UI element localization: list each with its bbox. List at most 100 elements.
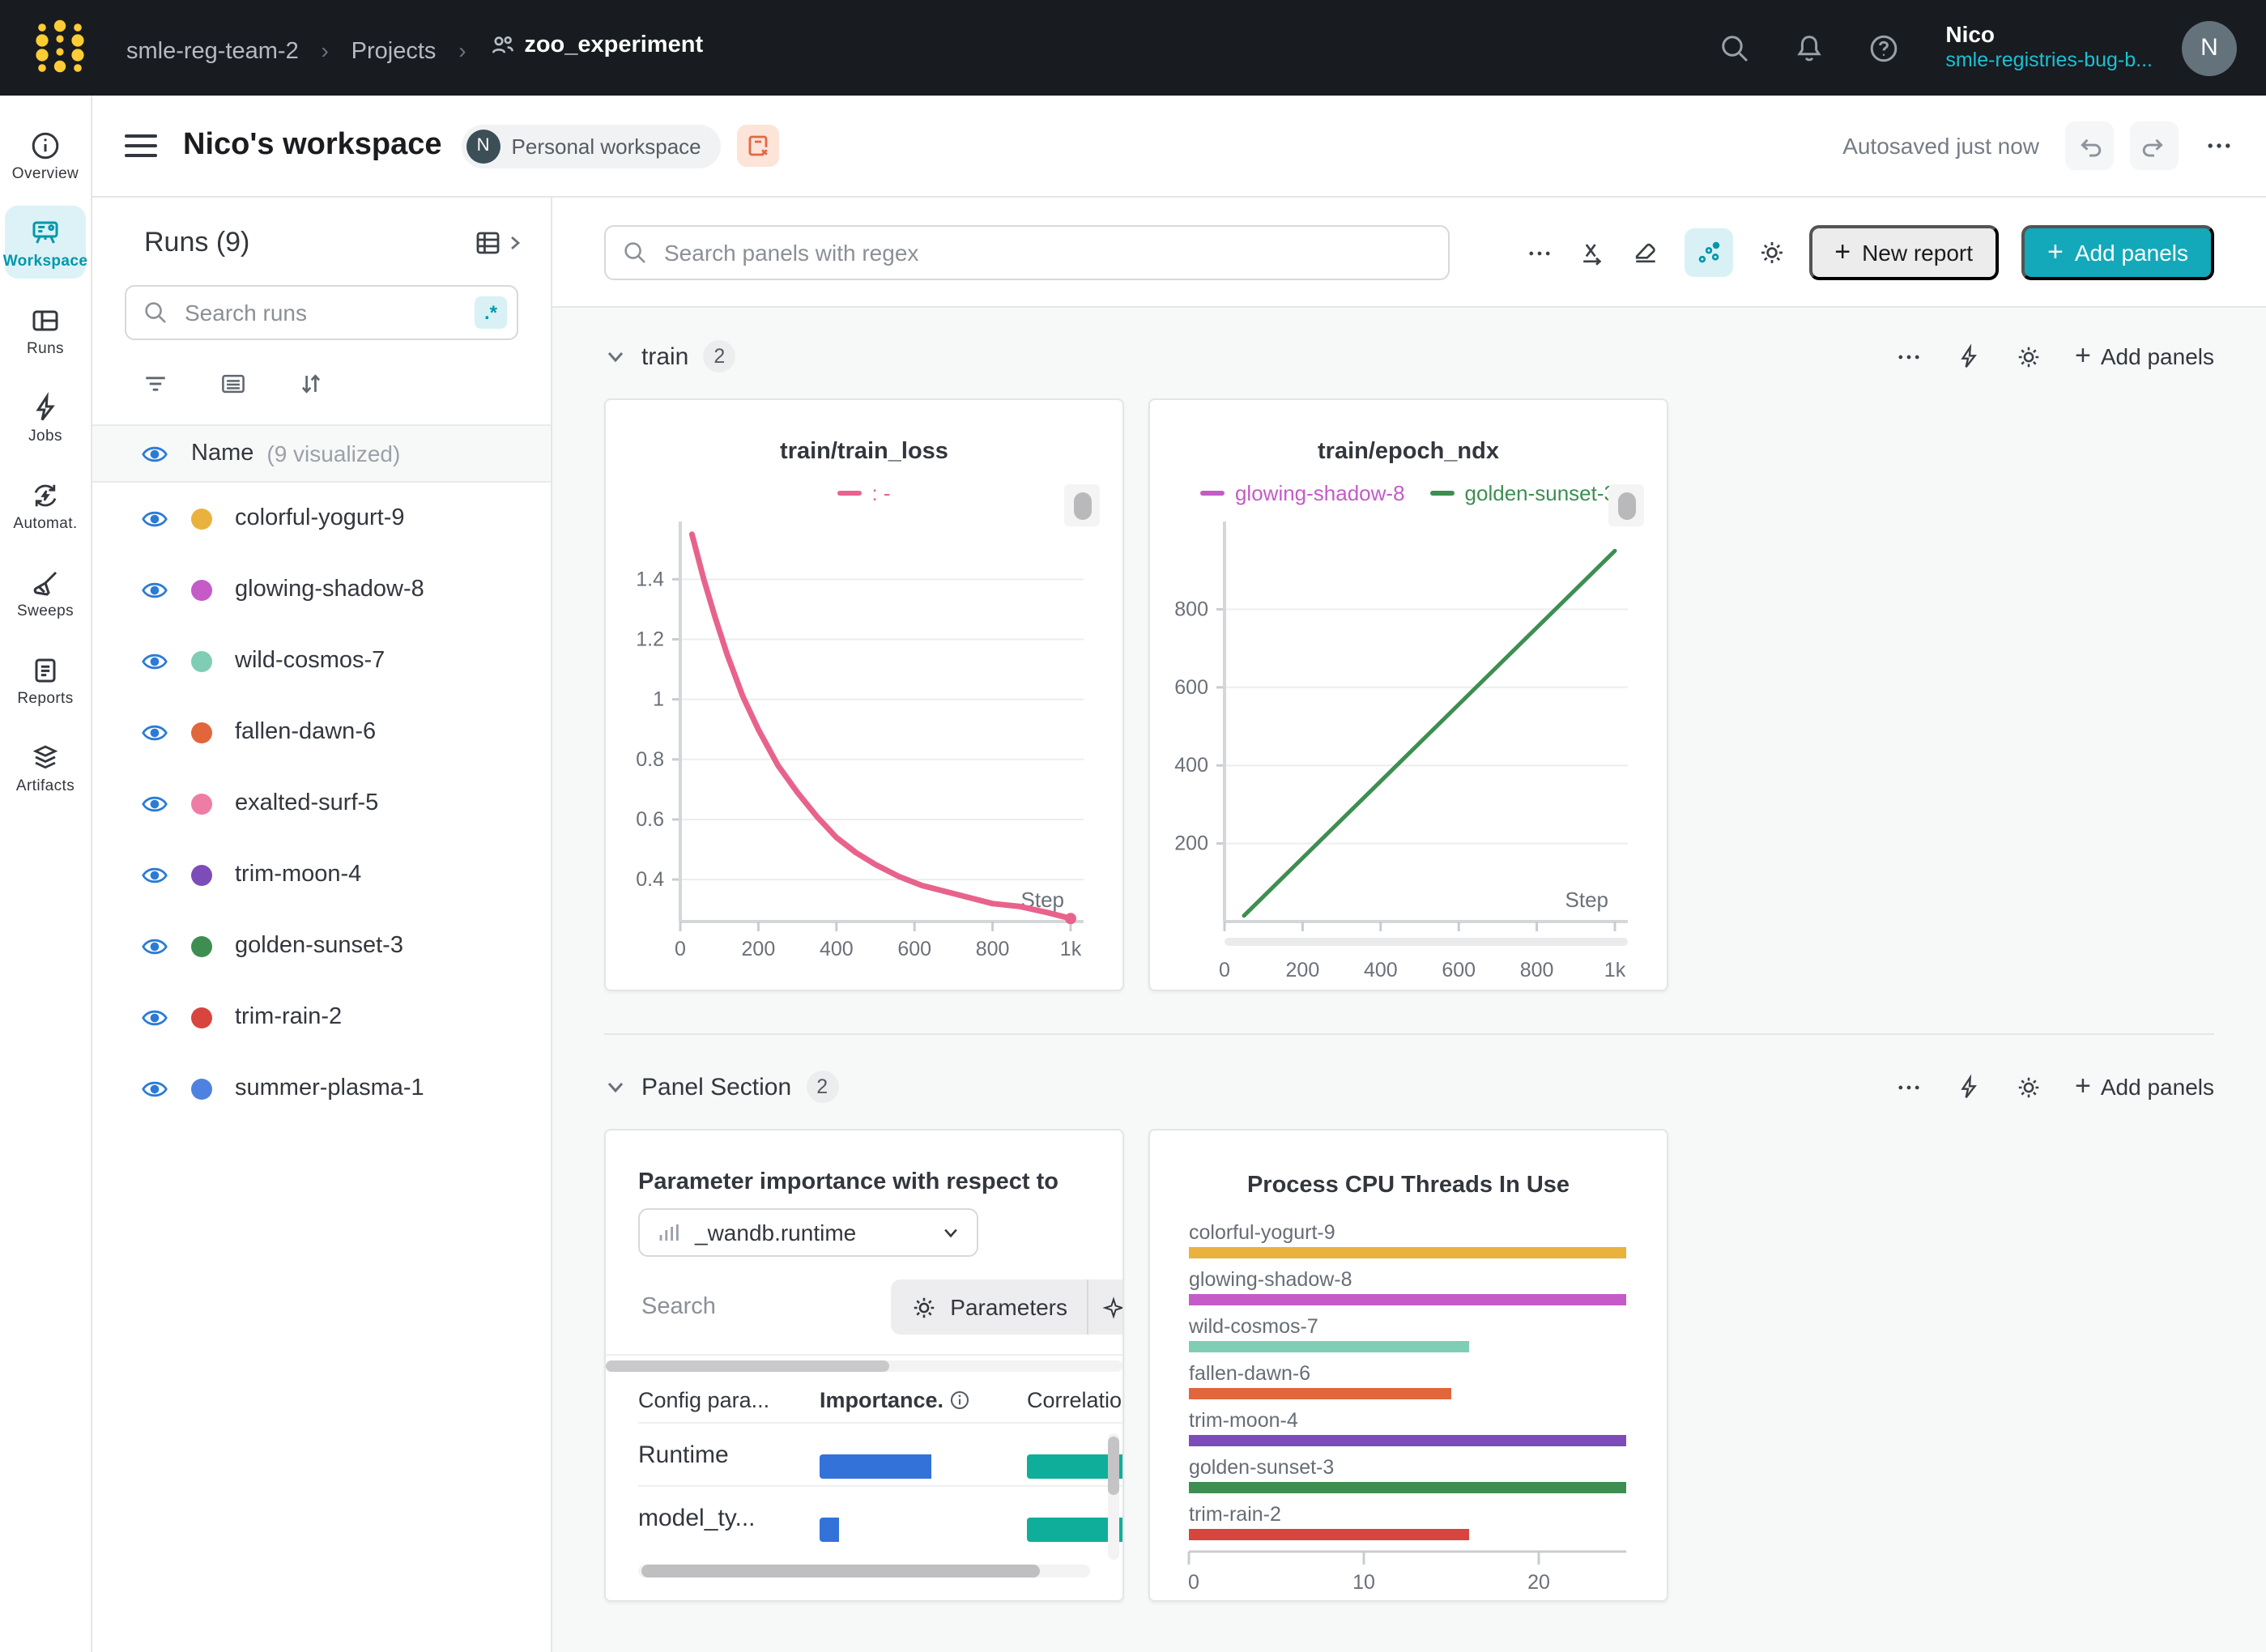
svg-text:200: 200 <box>1174 832 1208 855</box>
parameter-search-input[interactable] <box>638 1292 890 1322</box>
svg-text:800: 800 <box>1174 598 1208 620</box>
visibility-eye-icon[interactable] <box>141 790 168 817</box>
more-options-icon[interactable] <box>1895 1073 1923 1101</box>
run-name[interactable]: colorful-yogurt-9 <box>235 505 405 531</box>
run-row[interactable]: wild-cosmos-7 <box>92 625 551 696</box>
sort-icon[interactable] <box>296 369 326 398</box>
scrollbar-thumb[interactable] <box>641 1565 1039 1577</box>
run-color-dot <box>191 793 212 814</box>
target-metric-dropdown[interactable]: _wandb.runtime <box>638 1208 978 1257</box>
run-row[interactable]: glowing-shadow-8 <box>92 554 551 625</box>
section-settings-gear-icon[interactable] <box>2015 343 2042 370</box>
panel-drag-handle-icon[interactable] <box>1064 484 1100 526</box>
sidebar-item-jobs[interactable]: Jobs <box>5 381 86 453</box>
cpu-bar-group: wild-cosmos-7 <box>1189 1315 1628 1352</box>
redo-button[interactable] <box>2130 121 2179 170</box>
user-team-link[interactable]: smle-registries-bug-b... <box>1945 49 2153 75</box>
run-name[interactable]: exalted-surf-5 <box>235 790 378 816</box>
more-options-icon[interactable] <box>2204 131 2234 160</box>
x-axis-settings-icon[interactable] <box>1577 238 1606 267</box>
panel-search-input[interactable] <box>661 238 1432 267</box>
visibility-eye-icon[interactable] <box>141 576 168 603</box>
scrollbar-thumb[interactable] <box>606 1360 890 1372</box>
visibility-eye-icon[interactable] <box>141 505 168 532</box>
run-row[interactable]: exalted-surf-5 <box>92 768 551 839</box>
breadcrumb-team[interactable]: smle-reg-team-2 <box>126 38 299 64</box>
sidebar-item-automat[interactable]: Automat. <box>5 468 86 541</box>
sidebar-item-artifacts[interactable]: Artifacts <box>5 730 86 803</box>
run-row[interactable]: colorful-yogurt-9 <box>92 483 551 554</box>
regex-toggle[interactable]: .* <box>475 296 507 329</box>
add-panels-button[interactable]: + Add panels <box>2021 225 2214 280</box>
run-row[interactable]: trim-moon-4 <box>92 839 551 910</box>
hamburger-menu-icon[interactable] <box>125 134 157 157</box>
notifications-bell-icon[interactable] <box>1793 32 1825 64</box>
sidebar-item-runs[interactable]: Runs <box>5 293 86 366</box>
run-name[interactable]: trim-rain-2 <box>235 1004 342 1030</box>
search-icon[interactable] <box>1719 32 1751 64</box>
add-panels-link[interactable]: +Add panels <box>2075 343 2214 369</box>
info-icon[interactable] <box>948 1390 969 1411</box>
run-row[interactable]: fallen-dawn-6 <box>92 696 551 768</box>
panel-layout-icon[interactable] <box>1630 238 1659 267</box>
importance-table-row[interactable]: Runtime <box>638 1422 1122 1485</box>
settings-gear-icon[interactable] <box>1757 238 1786 267</box>
svg-text:400: 400 <box>1174 754 1208 777</box>
collapse-section-chevron-down-icon[interactable] <box>604 1075 627 1098</box>
parameters-button[interactable]: Parameters <box>890 1279 1087 1335</box>
toggle-all-visibility-eye-icon[interactable] <box>141 440 168 467</box>
breadcrumb-project[interactable]: zoo_experiment <box>488 32 703 57</box>
visibility-eye-icon[interactable] <box>141 932 168 960</box>
filter-icon[interactable] <box>141 369 170 398</box>
run-name[interactable]: glowing-shadow-8 <box>235 577 424 602</box>
magic-sparkle-button[interactable] <box>1088 1279 1124 1335</box>
user-menu[interactable]: Nico smle-registries-bug-b... <box>1945 21 2153 75</box>
scrollbar-thumb[interactable] <box>1108 1437 1119 1495</box>
run-name[interactable]: fallen-dawn-6 <box>235 719 376 745</box>
sidebar-item-workspace[interactable]: Workspace <box>5 206 86 279</box>
breadcrumb-projects[interactable]: Projects <box>351 38 437 64</box>
visibility-eye-icon[interactable] <box>141 647 168 675</box>
add-panels-link[interactable]: +Add panels <box>2075 1074 2214 1100</box>
run-row[interactable]: golden-sunset-3 <box>92 910 551 981</box>
column-importance: Importance. <box>820 1388 1027 1412</box>
section-settings-gear-icon[interactable] <box>2015 1073 2042 1101</box>
new-report-button[interactable]: + New report <box>1808 225 1999 280</box>
run-row[interactable]: trim-rain-2 <box>92 981 551 1053</box>
svg-text:200: 200 <box>1286 959 1320 981</box>
run-name[interactable]: summer-plasma-1 <box>235 1075 424 1101</box>
bar-chart-icon <box>656 1220 682 1245</box>
group-list-icon[interactable] <box>219 369 248 398</box>
scatter-plot-icon[interactable] <box>1684 228 1732 277</box>
run-name[interactable]: golden-sunset-3 <box>235 933 403 959</box>
reset-workspace-button[interactable] <box>737 125 779 167</box>
visibility-eye-icon[interactable] <box>141 1003 168 1031</box>
visibility-eye-icon[interactable] <box>141 1075 168 1102</box>
undo-button[interactable] <box>2065 121 2114 170</box>
expand-runs-table-button[interactable] <box>473 227 525 259</box>
collapse-section-chevron-down-icon[interactable] <box>604 345 627 368</box>
cpu-bar-label: glowing-shadow-8 <box>1189 1268 1628 1292</box>
quick-add-bolt-icon[interactable] <box>1955 1073 1983 1101</box>
quick-add-bolt-icon[interactable] <box>1955 343 1983 370</box>
run-name[interactable]: trim-moon-4 <box>235 862 361 888</box>
visibility-eye-icon[interactable] <box>141 861 168 888</box>
sidebar-item-overview[interactable]: Overview <box>5 118 86 191</box>
importance-table-row[interactable]: model_ty... <box>638 1485 1122 1548</box>
panel-drag-handle-icon[interactable] <box>1608 484 1644 526</box>
sidebar-item-reports[interactable]: Reports <box>5 643 86 716</box>
more-options-icon[interactable] <box>1895 343 1923 370</box>
wandb-logo-icon[interactable] <box>29 17 91 79</box>
workspace-owner-badge[interactable]: N Personal workspace <box>462 124 721 168</box>
visibility-eye-icon[interactable] <box>141 718 168 746</box>
sidebar-item-sweeps[interactable]: Sweeps <box>5 556 86 628</box>
more-options-icon[interactable] <box>1525 239 1553 266</box>
avatar[interactable]: N <box>2182 20 2237 75</box>
run-name[interactable]: wild-cosmos-7 <box>235 648 385 674</box>
run-row[interactable]: summer-plasma-1 <box>92 1053 551 1124</box>
help-icon[interactable] <box>1868 32 1900 64</box>
runs-search-input[interactable] <box>181 298 462 327</box>
cpu-bar-label: fallen-dawn-6 <box>1189 1362 1628 1386</box>
svg-text:400: 400 <box>820 938 854 960</box>
chart-title: train/epoch_ndx <box>1150 439 1667 465</box>
